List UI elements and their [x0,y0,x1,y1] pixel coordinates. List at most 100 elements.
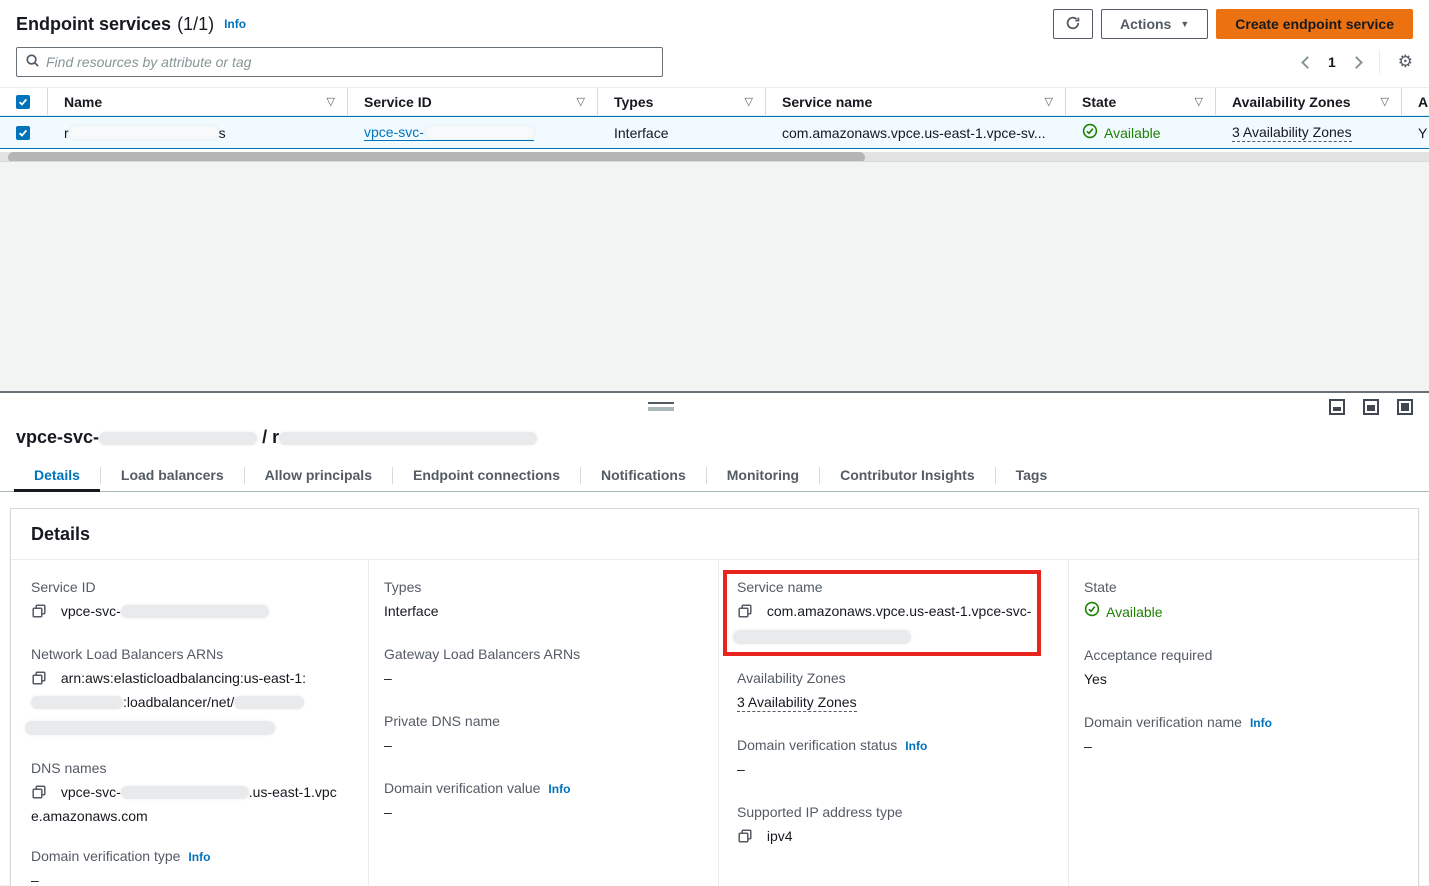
details-column-1: Service ID vpce-svc- Network Load Balanc… [11,560,368,886]
details-column-4: State Available Acceptance required Yes [1068,560,1418,886]
row-types: Interface [598,117,766,148]
column-header-name[interactable]: Name▽ [48,88,348,115]
row-availability-zones: 3 Availability Zones [1216,117,1402,148]
field-domain-verification-value: Domain verification valueInfo – [384,780,702,823]
panel-layout-split-icon[interactable] [1363,399,1379,415]
scrollbar-thumb[interactable] [8,152,865,162]
redacted-text [69,126,219,139]
row-name: rs [48,117,348,148]
field-domain-verification-status: Domain verification statusInfo – [737,737,1052,780]
create-endpoint-service-button[interactable]: Create endpoint service [1216,9,1413,39]
row-service-name: com.amazonaws.vpce.us-east-1.vpce-sv... [766,117,1066,148]
check-circle-icon [1084,601,1100,623]
panel-layout-full-icon[interactable] [1397,399,1413,415]
availability-zones-link[interactable]: 3 Availability Zones [737,694,857,712]
filter-icon[interactable]: ▽ [745,95,753,108]
field-service-id: Service ID vpce-svc- [31,579,352,625]
status-badge: Available [1084,601,1163,623]
redacted-text [31,696,123,709]
column-header-availability-zones[interactable]: Availability Zones▽ [1216,88,1402,115]
redacted-text [25,721,275,735]
redacted-text [99,432,257,445]
drag-handle-icon[interactable] [648,402,674,411]
tab-allow-principals[interactable]: Allow principals [245,460,392,491]
row-service-id: vpce-svc- [348,117,598,148]
panel-tabs: Details Load balancers Allow principals … [0,460,1429,492]
next-page-button[interactable] [1350,56,1363,69]
pagination: 1 ⚙ [1303,50,1413,74]
redacted-text [279,432,537,445]
panel-layout-bottom-icon[interactable] [1329,399,1345,415]
field-acceptance-required: Acceptance required Yes [1084,647,1402,690]
field-types: Types Interface [384,579,702,622]
column-header-acceptance[interactable]: A [1402,88,1429,115]
select-all-cell [0,88,48,115]
filter-icon[interactable]: ▽ [1195,95,1203,108]
column-header-state[interactable]: State▽ [1066,88,1216,115]
field-state: State Available [1084,579,1402,623]
field-glb-arns: Gateway Load Balancers ARNs – [384,646,702,689]
column-header-service-name[interactable]: Service name▽ [766,88,1066,115]
column-header-service-id[interactable]: Service ID▽ [348,88,598,115]
tab-endpoint-connections[interactable]: Endpoint connections [393,460,580,491]
field-availability-zones: Availability Zones 3 Availability Zones [737,670,1052,713]
field-domain-verification-type: Domain verification typeInfo – [31,848,352,886]
horizontal-scrollbar[interactable] [0,152,1429,162]
tab-notifications[interactable]: Notifications [581,460,706,491]
row-select-cell [0,117,48,148]
field-domain-verification-name: Domain verification nameInfo – [1084,714,1402,757]
filter-icon[interactable]: ▽ [1381,95,1389,108]
tab-details[interactable]: Details [14,460,100,491]
service-id-link[interactable]: vpce-svc- [364,124,534,141]
field-private-dns-name: Private DNS name – [384,713,702,756]
info-link[interactable]: Info [188,850,210,864]
filter-icon[interactable]: ▽ [577,95,585,108]
actions-button[interactable]: Actions ▼ [1101,9,1208,39]
copy-icon[interactable] [737,606,757,622]
copy-icon[interactable] [31,606,51,622]
splitter-row [0,393,1429,421]
copy-icon[interactable] [31,787,51,803]
settings-button[interactable]: ⚙ [1398,54,1413,71]
info-link[interactable]: Info [548,782,570,796]
page-title: Endpoint services [16,14,171,35]
tab-contributor-insights[interactable]: Contributor Insights [820,460,995,491]
refresh-icon [1065,15,1081,34]
create-label: Create endpoint service [1235,16,1394,32]
select-all-checkbox[interactable] [16,95,30,109]
refresh-button[interactable] [1053,9,1093,39]
redacted-text [426,126,534,139]
details-heading: Details [11,509,1418,560]
row-acceptance: Y [1402,117,1429,148]
copy-icon[interactable] [31,673,51,689]
filter-icon[interactable]: ▽ [327,95,335,108]
resource-count: (1/1) [177,14,214,35]
resource-header: Endpoint services (1/1) Info Actions ▼ C… [0,0,1429,44]
copy-icon[interactable] [737,831,757,847]
page-number[interactable]: 1 [1326,54,1338,70]
split-panel: vpce-svc- / r Details Load balancers All… [0,391,1429,885]
info-link[interactable]: Info [905,739,927,753]
search-box[interactable] [16,47,663,77]
row-checkbox[interactable] [16,126,30,140]
column-header-types[interactable]: Types▽ [598,88,766,115]
search-input[interactable] [46,54,654,70]
details-card: Details Service ID vpce-svc- Network Loa… [10,508,1419,886]
table-row[interactable]: rs vpce-svc- Interface com.amazonaws.vpc… [0,116,1429,149]
actions-label: Actions [1120,16,1171,32]
panel-title: vpce-svc- / r [0,421,1429,460]
info-link[interactable]: Info [224,17,246,31]
tab-load-balancers[interactable]: Load balancers [101,460,244,491]
info-link[interactable]: Info [1250,716,1272,730]
prev-page-button[interactable] [1301,56,1314,69]
tab-monitoring[interactable]: Monitoring [707,460,819,491]
filter-icon[interactable]: ▽ [1045,95,1053,108]
endpoint-services-section: Endpoint services (1/1) Info Actions ▼ C… [0,0,1429,162]
field-supported-ip-type: Supported IP address type ipv4 [737,804,1052,850]
availability-zones-link[interactable]: 3 Availability Zones [1232,124,1352,142]
tab-tags[interactable]: Tags [996,460,1068,491]
details-column-2: Types Interface Gateway Load Balancers A… [368,560,718,886]
caret-down-icon: ▼ [1180,19,1189,29]
redacted-text [121,786,249,799]
filter-row: 1 ⚙ [0,44,1429,87]
